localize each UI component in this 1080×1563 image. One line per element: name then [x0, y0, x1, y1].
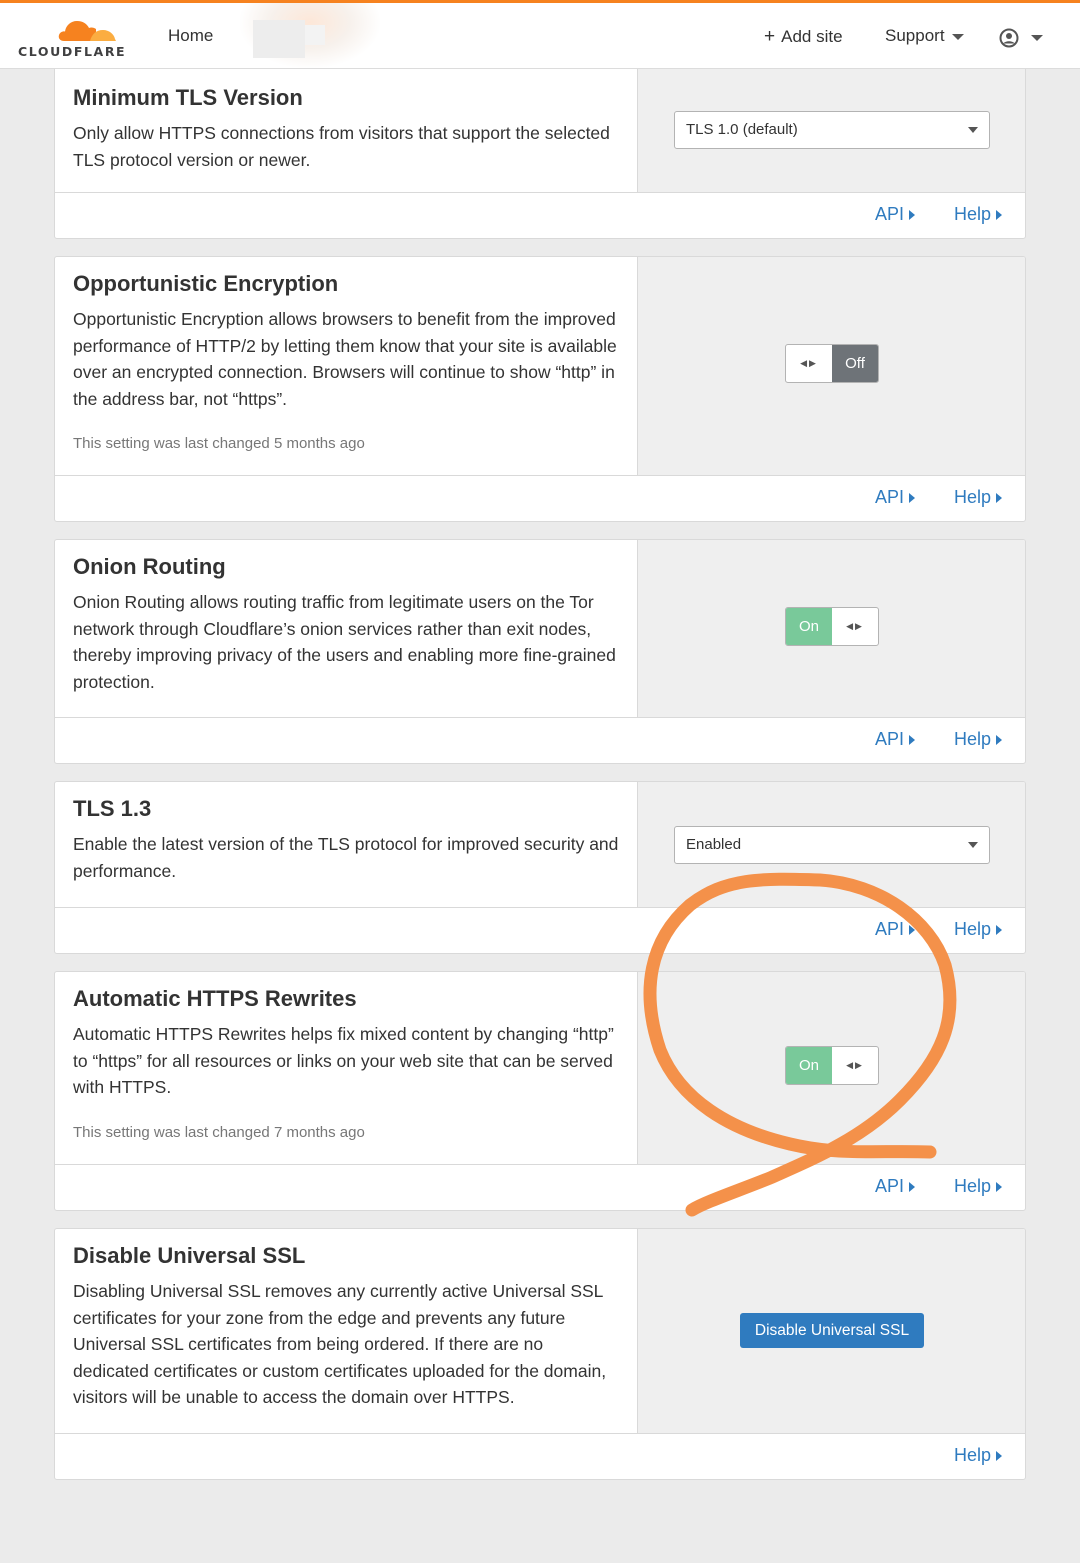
card-disable-universal-ssl: Disable Universal SSL Disabling Universa… [54, 1228, 1026, 1480]
toggle-state: Off [832, 345, 878, 382]
card-opportunistic-encryption: Opportunistic Encryption Opportunistic E… [54, 256, 1026, 522]
opportunistic-encryption-toggle[interactable]: ◀▶ Off [785, 344, 879, 383]
card-minimum-tls-version: Minimum TLS Version Only allow HTTPS con… [54, 58, 1026, 239]
card-description: Disabling Universal SSL removes any curr… [73, 1281, 607, 1407]
api-label: API [875, 919, 905, 939]
card-tls-1-3: TLS 1.3 Enable the latest version of the… [54, 781, 1026, 954]
card-title: TLS 1.3 [73, 796, 152, 821]
select-value: Enabled [686, 836, 742, 853]
card-description: Onion Routing allows routing traffic fro… [73, 592, 616, 692]
cloudflare-logo[interactable]: CLOUDFLARE [18, 15, 133, 59]
api-label: API [875, 729, 905, 749]
tls-version-select[interactable]: TLS 1.0 (default) [674, 111, 990, 149]
toggle-handle-icon: ◀▶ [846, 1060, 864, 1070]
card-description: Automatic HTTPS Rewrites helps fix mixed… [73, 1024, 614, 1097]
brand-wordmark: CLOUDFLARE [18, 44, 127, 59]
nav-home-link[interactable]: Home [168, 26, 213, 46]
last-changed-text: This setting was last changed 7 months a… [73, 1124, 365, 1141]
caret-right-icon [909, 735, 916, 746]
select-value: TLS 1.0 (default) [686, 121, 798, 138]
toggle-state: On [786, 608, 832, 645]
api-label: API [875, 1176, 905, 1196]
toggle-handle-icon: ◀▶ [846, 621, 864, 631]
card-title: Disable Universal SSL [73, 1243, 306, 1268]
user-circle-icon [999, 28, 1019, 48]
caret-right-icon [909, 493, 916, 504]
add-site-link[interactable]: + Add site [764, 26, 843, 48]
api-link[interactable]: API [875, 919, 916, 940]
help-label: Help [954, 729, 992, 749]
api-link[interactable]: API [875, 1176, 916, 1197]
help-label: Help [954, 1445, 992, 1465]
api-label: API [875, 487, 905, 507]
caret-right-icon [996, 735, 1003, 746]
help-link[interactable]: Help [954, 729, 1003, 750]
help-label: Help [954, 919, 992, 939]
toggle-handle-icon: ◀▶ [800, 358, 818, 368]
api-link[interactable]: API [875, 487, 916, 508]
tls-1-3-select[interactable]: Enabled [674, 826, 990, 864]
chevron-down-icon [951, 33, 964, 40]
plus-icon: + [764, 26, 776, 47]
card-onion-routing: Onion Routing Onion Routing allows routi… [54, 539, 1026, 764]
help-link[interactable]: Help [954, 1445, 1003, 1466]
toggle-state: On [786, 1047, 832, 1084]
support-label: Support [885, 26, 945, 45]
disable-universal-ssl-button[interactable]: Disable Universal SSL [740, 1313, 924, 1348]
caret-right-icon [996, 210, 1003, 221]
automatic-https-rewrites-toggle[interactable]: On ◀▶ [785, 1046, 879, 1085]
redacted-block-small [305, 25, 325, 45]
help-link[interactable]: Help [954, 204, 1003, 225]
help-link[interactable]: Help [954, 919, 1003, 940]
caret-right-icon [996, 493, 1003, 504]
card-title: Minimum TLS Version [73, 85, 303, 110]
top-navigation: CLOUDFLARE Home + Add site Support [0, 0, 1080, 69]
card-description: Only allow HTTPS connections from visito… [73, 123, 610, 170]
caret-right-icon [996, 925, 1003, 936]
chevron-down-icon [968, 842, 978, 848]
card-title: Opportunistic Encryption [73, 271, 339, 296]
caret-right-icon [996, 1451, 1003, 1462]
caret-right-icon [996, 1182, 1003, 1193]
chevron-down-icon [968, 127, 978, 133]
card-description: Opportunistic Encryption allows browsers… [73, 309, 617, 409]
api-link[interactable]: API [875, 204, 916, 225]
help-link[interactable]: Help [954, 1176, 1003, 1197]
card-description: Enable the latest version of the TLS pro… [73, 834, 619, 881]
onion-routing-toggle[interactable]: On ◀▶ [785, 607, 879, 646]
card-automatic-https-rewrites: Automatic HTTPS Rewrites Automatic HTTPS… [54, 971, 1026, 1211]
api-label: API [875, 204, 905, 224]
caret-right-icon [909, 925, 916, 936]
help-link[interactable]: Help [954, 487, 1003, 508]
last-changed-text: This setting was last changed 5 months a… [73, 435, 365, 452]
caret-right-icon [909, 1182, 916, 1193]
help-label: Help [954, 1176, 992, 1196]
add-site-label: Add site [781, 27, 843, 46]
caret-right-icon [909, 210, 916, 221]
card-title: Onion Routing [73, 554, 226, 579]
card-title: Automatic HTTPS Rewrites [73, 986, 357, 1011]
redacted-block [253, 20, 305, 58]
user-menu[interactable] [999, 28, 1043, 48]
support-dropdown[interactable]: Support [885, 26, 964, 46]
cloud-icon [58, 21, 116, 41]
help-label: Help [954, 487, 992, 507]
chevron-down-icon [1031, 35, 1043, 41]
api-link[interactable]: API [875, 729, 916, 750]
help-label: Help [954, 204, 992, 224]
